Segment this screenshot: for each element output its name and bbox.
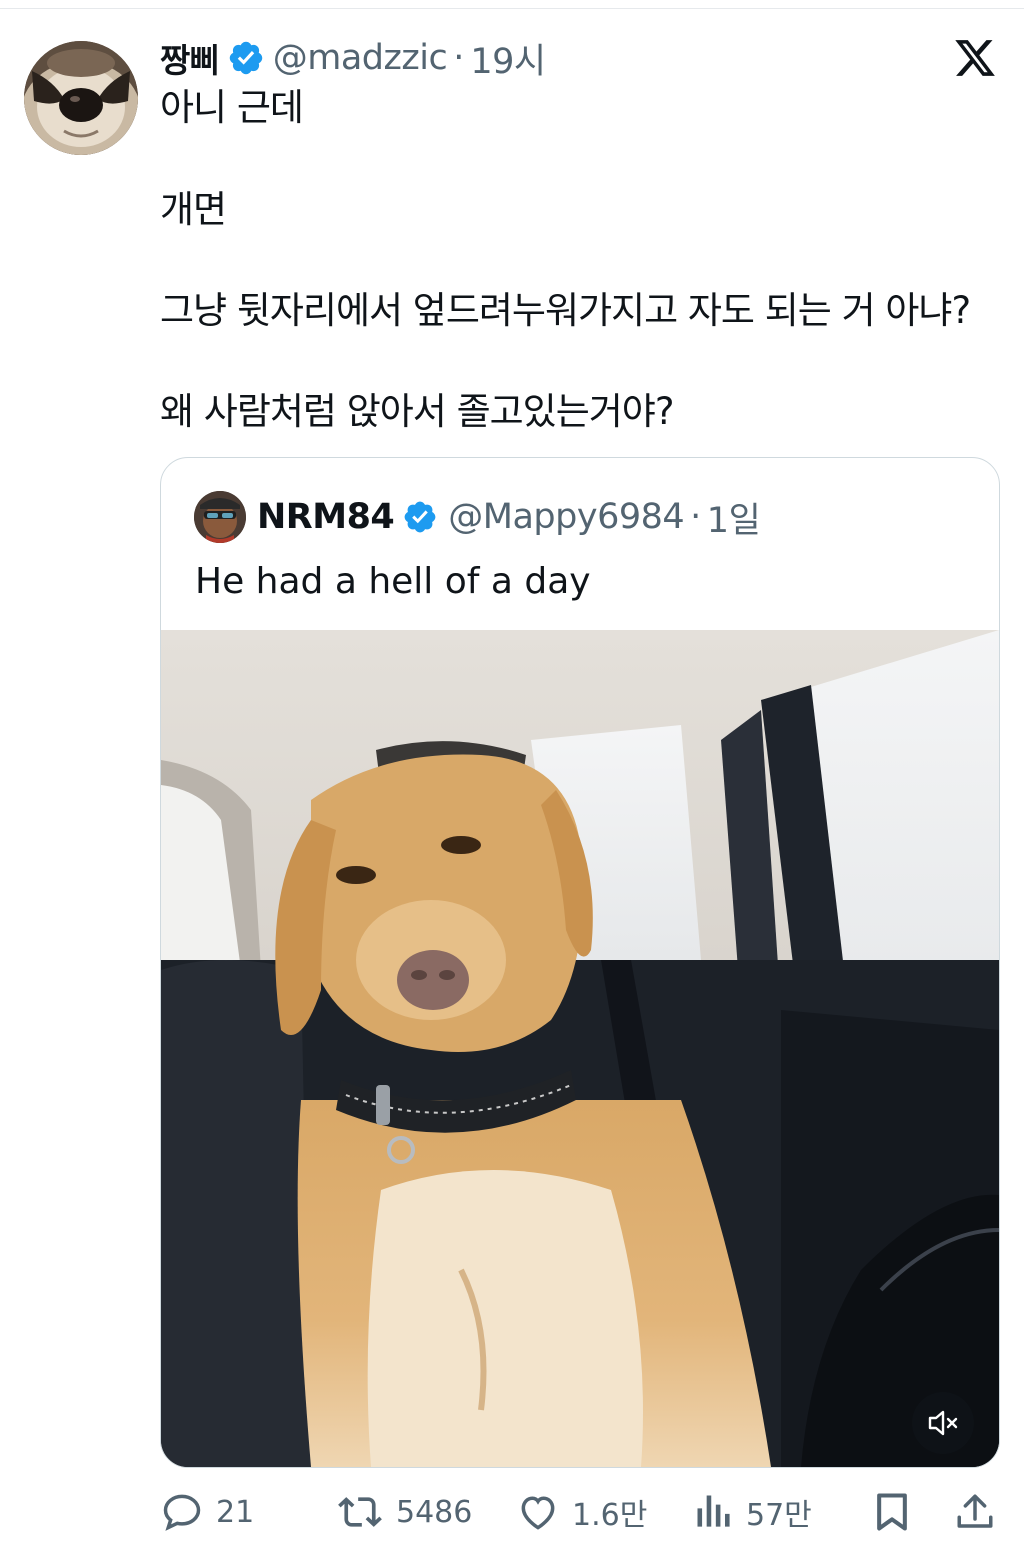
separator-dot: ·: [690, 497, 701, 537]
quoted-author-name[interactable]: NRM84: [257, 497, 395, 537]
x-logo-icon[interactable]: [952, 36, 998, 80]
views-count: 57만: [746, 1498, 812, 1533]
verified-badge-icon: [227, 39, 265, 77]
author-avatar[interactable]: [24, 41, 138, 155]
views-button[interactable]: 57만: [694, 1484, 812, 1540]
retweet-button[interactable]: 5486: [336, 1484, 472, 1540]
reply-count: 21: [216, 1494, 255, 1530]
like-button[interactable]: 1.6만: [516, 1484, 647, 1540]
top-divider: [0, 8, 1024, 9]
verified-badge-icon: [402, 499, 438, 535]
tweet-line: 왜 사람처럼 앉아서 졸고있는거야?: [160, 390, 674, 433]
quoted-tweet-header: NRM84 @Mappy6984 · 1일: [257, 492, 761, 543]
reply-icon: [160, 1490, 204, 1534]
retweet-icon: [336, 1490, 384, 1534]
author-name[interactable]: 짱삐: [160, 34, 220, 82]
quoted-author-avatar[interactable]: [194, 491, 246, 543]
like-icon: [516, 1490, 560, 1534]
mute-icon: [912, 1410, 974, 1458]
reply-button[interactable]: 21: [160, 1484, 254, 1540]
share-icon: [954, 1490, 996, 1534]
views-icon: [694, 1490, 734, 1534]
separator-dot: ·: [453, 38, 465, 78]
bookmark-button[interactable]: [872, 1484, 912, 1540]
tweet-line: 그냥 뒷자리에서 엎드려누워가지고 자도 되는 거 아냐?: [160, 289, 971, 332]
like-count: 1.6만: [572, 1498, 648, 1533]
video-player[interactable]: [161, 630, 999, 1467]
tweet-header: 짱삐 @madzzic · 19시: [160, 32, 546, 84]
action-bar: 21 5486 1.6만 57만: [0, 1484, 1024, 1540]
mute-button[interactable]: [912, 1392, 974, 1454]
author-handle[interactable]: @madzzic: [273, 38, 448, 78]
quoted-author-handle[interactable]: @Mappy6984: [448, 497, 684, 537]
tweet-time[interactable]: 19시: [470, 33, 546, 84]
retweet-count: 5486: [396, 1494, 473, 1530]
video-frame: [161, 630, 999, 1467]
share-button[interactable]: [954, 1484, 996, 1540]
tweet-page: 짱삐 @madzzic · 19시 아니 근데 개면 그냥 뒷자리에서 엎드려누…: [0, 0, 1024, 1541]
bookmark-icon: [872, 1490, 912, 1534]
quoted-tweet-card[interactable]: NRM84 @Mappy6984 · 1일 He had a hell of a…: [160, 457, 1000, 1468]
tweet-line: 아니 근데: [160, 86, 304, 129]
quoted-tweet-time[interactable]: 1일: [707, 492, 761, 543]
quoted-tweet-text: He had a hell of a day: [195, 561, 591, 602]
tweet-line: 개면: [160, 188, 227, 231]
